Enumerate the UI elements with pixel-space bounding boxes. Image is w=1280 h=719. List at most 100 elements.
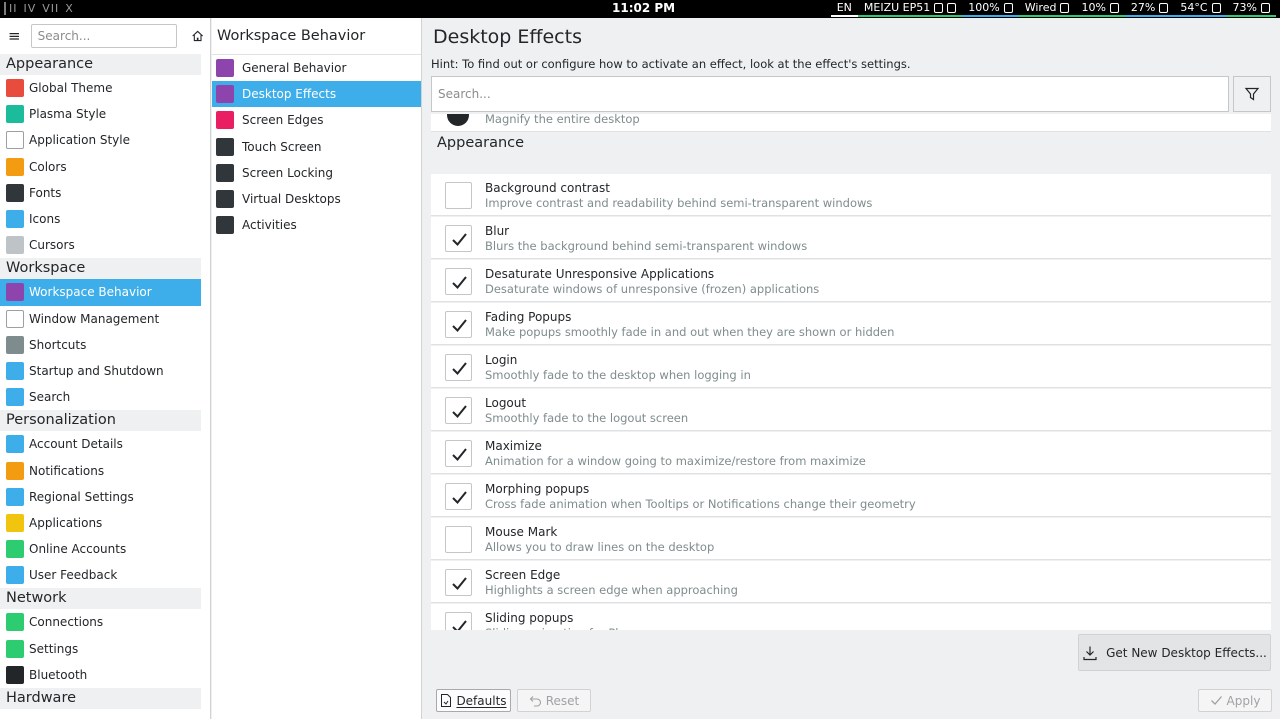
filter-button[interactable] [1233,76,1271,112]
sidebar-item-online-accounts[interactable]: Online Accounts [0,536,201,562]
effect-checkbox[interactable] [445,612,472,630]
sidebar-item-global-theme[interactable]: Global Theme [0,75,201,101]
effect-name: Maximize [485,439,542,453]
effect-row-background-contrast[interactable]: Background contrast Improve contrast and … [431,174,1271,216]
workspace-vii[interactable]: VII [42,2,59,15]
desktop-effects-panel: Desktop Effects Hint: To find out or con… [423,18,1280,719]
effects-list[interactable]: Magnify the entire desktop Appearance Ba… [431,114,1271,630]
subnav-item-label: Activities [242,218,297,233]
subnav-item-activities[interactable]: Activities [212,212,421,238]
sidebar-item-colors[interactable]: Colors [0,154,201,180]
tray-memory[interactable]: 27% [1124,1,1175,17]
desktop-effects-icon [216,85,234,104]
plasma-style-icon [6,105,24,124]
effect-checkbox[interactable] [445,569,472,596]
effect-row-maximize[interactable]: Maximize Animation for a window going to … [431,432,1271,474]
effect-checkbox[interactable] [445,182,472,209]
sidebar-item-cursors[interactable]: Cursors [0,232,201,258]
workspace-iv[interactable]: IV [24,2,37,15]
headset-icon [934,3,944,13]
effect-checkbox[interactable] [445,440,472,467]
sidebar-item-window-management[interactable]: Window Management [0,306,201,332]
effect-row-blur[interactable]: Blur Blurs the background behind semi-tra… [431,217,1271,259]
apply-button[interactable]: Apply [1198,689,1272,712]
sidebar-item-account-details[interactable]: Account Details [0,431,201,457]
sidebar-item-startup-and-shutdown[interactable]: Startup and Shutdown [0,358,201,384]
sidebar-item-settings[interactable]: Settings [0,636,201,662]
tray-volume[interactable]: 100% [962,1,1019,17]
effect-checkbox[interactable] [445,526,472,553]
sidebar-item-applications[interactable]: Applications [0,510,201,536]
effect-checkbox[interactable] [445,311,472,338]
sidebar-item-regional-settings[interactable]: Regional Settings [0,484,201,510]
effect-checkbox[interactable] [445,483,472,510]
tray-memory-text: 27% [1130,1,1156,14]
subnav-item-virtual-desktops[interactable]: Virtual Desktops [212,186,421,212]
subnav-item-general-behavior[interactable]: General Behavior [212,55,421,81]
effect-row-desaturate-unresponsive-applications[interactable]: Desaturate Unresponsive Applications Desa… [431,260,1271,302]
memory-icon [1159,3,1169,13]
sidebar-search-input[interactable] [30,24,177,48]
sidebar-item-notifications[interactable]: Notifications [0,457,201,483]
subnav-item-touch-screen[interactable]: Touch Screen [212,134,421,160]
category-hardware: Hardware [0,687,201,709]
sidebar-item-user-feedback[interactable]: User Feedback [0,562,201,588]
effect-checkbox[interactable] [445,268,472,295]
sidebar-item-label: Account Details [29,437,123,452]
tray-network[interactable]: Wired [1018,1,1076,17]
sidebar-item-icons[interactable]: Icons [0,206,201,232]
sidebar-item-label: Cursors [29,238,75,253]
sidebar-categories: Appearance Global Theme Plasma Style Applic… [0,54,210,709]
reset-button[interactable]: Reset [517,689,591,712]
effect-row-logout[interactable]: Logout Smoothly fade to the logout screen [431,389,1271,431]
tray-battery-device[interactable]: 10% [1075,1,1125,17]
effect-name: Background contrast [485,181,610,195]
subnav-item-desktop-effects[interactable]: Desktop Effects [212,81,421,108]
sidebar-item-application-style[interactable]: Application Style [0,127,201,153]
sidebar-item-workspace-behavior[interactable]: Workspace Behavior [0,279,201,306]
effects-search-input[interactable] [431,76,1229,112]
workspace-switcher[interactable]: II IV VII X [4,2,80,15]
sidebar-item-search[interactable]: Search [0,384,201,410]
tray-battery[interactable]: 73% [1226,1,1276,17]
get-new-effects-button[interactable]: Get New Desktop Effects... [1078,634,1271,671]
effect-row-sliding-popups[interactable]: Sliding popupsSliding animation for Plas… [431,604,1271,630]
effect-row-mouse-mark[interactable]: Mouse Mark Allows you to draw lines on th… [431,518,1271,560]
power-icon [1261,3,1270,13]
effect-row-screen-edge[interactable]: Screen Edge Highlights a screen edge when… [431,561,1271,603]
sidebar-item-label: Settings [29,641,79,656]
sidebar-item-shortcuts[interactable]: Shortcuts [0,332,201,358]
effect-description: Desaturate windows of unresponsive (froz… [485,282,820,296]
subnav-item-label: General Behavior [242,61,347,76]
clock[interactable]: 11:02 PM [612,1,675,15]
tray-keyboard-layout[interactable]: EN [830,1,858,17]
effect-checkbox[interactable] [445,354,472,381]
subnav-item-label: Touch Screen [242,139,322,154]
effect-row-fading-popups[interactable]: Fading Popups Make popups smoothly fade i… [431,303,1271,345]
effect-checkbox[interactable] [445,397,472,424]
effect-checkbox[interactable] [445,225,472,252]
checkmark-icon [452,319,467,332]
workspace-x[interactable]: X [65,2,74,15]
search-icon [6,388,24,407]
tray-bluetooth-device[interactable]: MEIZU EP51 [857,1,963,17]
defaults-button[interactable]: Defaults [436,689,511,712]
sidebar-item-label: Startup and Shutdown [29,363,164,378]
sidebar-item-bluetooth[interactable]: Bluetooth [0,662,201,688]
previous-effect-row[interactable]: Magnify the entire desktop [431,114,1271,132]
checkmark-icon [452,276,467,289]
tray-temperature[interactable]: 54°C [1174,1,1227,17]
workspace-ii[interactable]: II [4,2,18,15]
effect-toggle-radio[interactable] [447,114,469,126]
keyboard-icon [6,335,24,354]
network-settings-icon [6,639,24,658]
sidebar-item-connections[interactable]: Connections [0,609,201,635]
effect-row-morphing-popups[interactable]: Morphing popups Cross fade animation when… [431,475,1271,517]
effect-row-login[interactable]: Login Smoothly fade to the desktop when l… [431,346,1271,388]
sidebar-item-plasma-style[interactable]: Plasma Style [0,101,201,127]
subnav-item-screen-locking[interactable]: Screen Locking [212,160,421,186]
sidebar-item-fonts[interactable]: Fonts [0,180,201,206]
hamburger-menu-icon[interactable]: ≡ [6,26,23,46]
subnav-item-screen-edges[interactable]: Screen Edges [212,107,421,133]
home-icon[interactable] [191,28,204,44]
